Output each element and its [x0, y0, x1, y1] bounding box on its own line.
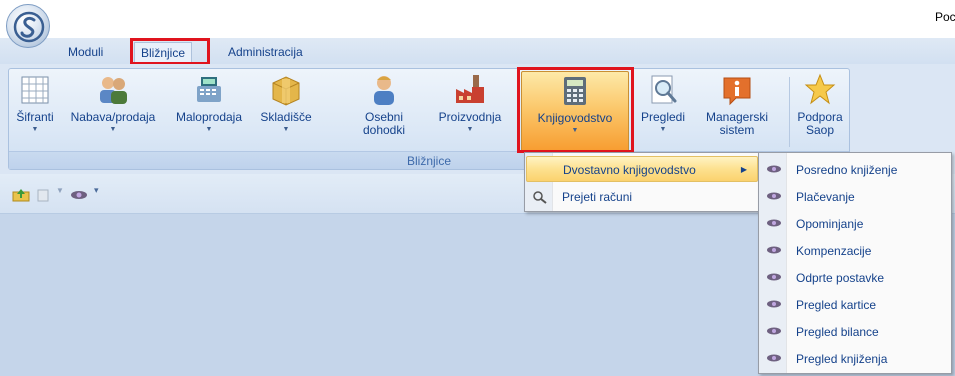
menu-item-label: Dvostavno knjigovodstvo: [563, 163, 696, 177]
dropdown-arrow-icon: ▼: [571, 127, 579, 134]
dvostavno-submenu: Posredno knjiženje Plačevanje Opominjanj…: [758, 152, 952, 374]
application-menu-button[interactable]: [6, 4, 50, 48]
folder-up-icon[interactable]: [12, 188, 30, 202]
eye-icon: [767, 327, 781, 335]
submenu-item-label: Pregled bilance: [796, 325, 879, 339]
menu-item-prejeti-racuni[interactable]: Prejeti računi: [526, 184, 758, 210]
submenu-item-kompenzacije[interactable]: Kompenzacije: [760, 238, 950, 264]
eye-icon: [767, 273, 781, 281]
box-icon: [272, 76, 300, 106]
eye-icon[interactable]: [70, 188, 88, 202]
nabava-prodaja-label: Nabava/prodaja: [70, 110, 156, 124]
submenu-item-label: Plačevanje: [796, 190, 855, 204]
submenu-arrow-icon: ▶: [740, 165, 747, 174]
dropdown-arrow-icon: ▼: [31, 126, 39, 133]
info-icon: [723, 77, 751, 106]
submenu-item-placevanje[interactable]: Plačevanje: [760, 184, 950, 210]
managerski-label-line2: sistem: [719, 123, 755, 137]
menu-item-dvostavno-knjigovodstvo[interactable]: Dvostavno knjigovodstvo ▶: [526, 156, 758, 182]
skladisce-button[interactable]: Skladišče ▼: [255, 71, 317, 151]
people-icon: [100, 77, 127, 104]
knjigovodstvo-button[interactable]: Knjigovodstvo ▼: [521, 71, 629, 155]
maloprodaja-button[interactable]: Maloprodaja ▼: [169, 71, 249, 151]
submenu-item-label: Pregled kartice: [796, 298, 877, 312]
search-people-icon: [533, 191, 547, 204]
magnifier-document-icon: [651, 75, 677, 104]
eye-icon: [767, 219, 781, 227]
knjigovodstvo-dropdown-menu: Dvostavno knjigovodstvo ▶ Prejeti računi: [524, 152, 760, 212]
table-grid-icon: [21, 76, 49, 104]
managerski-sistem-button[interactable]: Managerski sistem: [701, 71, 773, 151]
sifranti-label: Šifranti: [16, 110, 54, 124]
customize-toolbar-icon[interactable]: ▾: [94, 185, 99, 196]
app-logo-icon: [13, 11, 45, 43]
podpora-saop-button[interactable]: Podpora Saop: [793, 71, 847, 151]
eye-icon: [767, 300, 781, 308]
osebni-dohodki-label-line2: dohodki: [362, 123, 406, 137]
dropdown-arrow-icon: ▼: [282, 126, 290, 133]
submenu-item-label: Opominjanje: [796, 217, 864, 231]
proizvodnja-label: Proizvodnja: [438, 110, 502, 124]
dropdown-arrow-icon: ▼: [109, 126, 117, 133]
factory-icon: [456, 75, 484, 103]
dropdown-arrow-icon: ▼: [659, 126, 667, 133]
calculator-icon: [564, 77, 586, 105]
submenu-item-label: Odprte postavke: [796, 271, 885, 285]
submenu-item-odprte-postavke[interactable]: Odprte postavke: [760, 265, 950, 291]
proizvodnja-button[interactable]: Proizvodnja ▼: [429, 71, 511, 151]
title-bar: Poc: [0, 0, 955, 38]
window-title: Poc: [935, 10, 955, 24]
submenu-item-opominjanje[interactable]: Opominjanje: [760, 211, 950, 237]
dropdown-arrow-icon: ▼: [205, 126, 213, 133]
submenu-item-posredno-knjizenje[interactable]: Posredno knjiženje: [760, 157, 950, 183]
podpora-label-line2: Saop: [805, 123, 835, 137]
submenu-item-pregled-knjizenja[interactable]: Pregled knjiženja: [760, 346, 950, 372]
tab-moduli[interactable]: Moduli: [62, 42, 109, 62]
ribbon-tab-row: Moduli Bližnjice Administracija: [0, 38, 955, 64]
submenu-item-label: Posredno knjiženje: [796, 163, 898, 177]
maloprodaja-label: Maloprodaja: [175, 110, 243, 124]
star-icon: [804, 73, 836, 105]
copy-icon[interactable]: [36, 188, 52, 202]
eye-icon: [767, 246, 781, 254]
cash-register-icon: [197, 77, 221, 102]
person-icon: [374, 76, 394, 105]
pregledi-label: Pregledi: [640, 110, 686, 124]
eye-icon: [767, 354, 781, 362]
tab-administracija[interactable]: Administracija: [222, 42, 309, 62]
dropdown-arrow-icon: ▼: [466, 126, 474, 133]
qat-dropdown-arrow-icon[interactable]: ▼: [56, 186, 64, 195]
tab-bliznjice[interactable]: Bližnjice: [134, 42, 193, 62]
sifranti-button[interactable]: Šifranti ▼: [13, 71, 57, 151]
eye-icon: [767, 192, 781, 200]
osebni-dohodki-button[interactable]: Osebni dohodki: [357, 71, 411, 151]
skladisce-label: Skladišče: [260, 110, 312, 124]
submenu-item-pregled-bilance[interactable]: Pregled bilance: [760, 319, 950, 345]
menu-item-label: Prejeti računi: [562, 190, 633, 204]
submenu-item-pregled-kartice[interactable]: Pregled kartice: [760, 292, 950, 318]
knjigovodstvo-label: Knjigovodstvo: [537, 111, 613, 125]
nabava-prodaja-button[interactable]: Nabava/prodaja ▼: [63, 71, 163, 151]
submenu-item-label: Pregled knjiženja: [796, 352, 888, 366]
submenu-item-label: Kompenzacije: [796, 244, 872, 258]
pregledi-button[interactable]: Pregledi ▼: [637, 71, 689, 151]
ribbon-separator: [789, 77, 790, 147]
eye-icon: [767, 165, 781, 173]
